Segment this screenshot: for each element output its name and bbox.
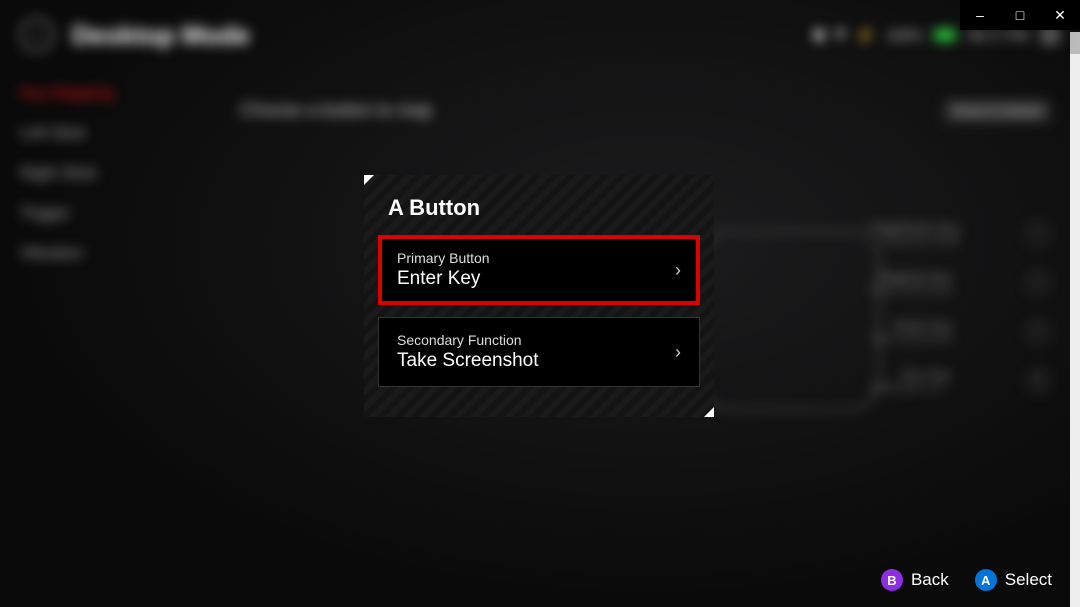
sidebar-item-right-stick[interactable]: Right Stick bbox=[20, 165, 180, 183]
hint-select-label: Select bbox=[1005, 570, 1052, 590]
mapping-key: PageDown Key bbox=[870, 220, 960, 235]
app-root: – □ ✕ ‹ Desktop Mode 100% 06:17 PM Key M… bbox=[0, 0, 1080, 607]
mapping-fn: Projection Mode bbox=[870, 235, 960, 247]
mapping-row[interactable]: PageDown KeyProjection Mode Y bbox=[870, 220, 1050, 247]
mapping-button-icon: A bbox=[1026, 320, 1050, 344]
background-mappings-list: PageDown KeyProjection Mode Y PageUp Key… bbox=[870, 220, 1050, 394]
sidebar: Key Mapping Left Stick Right Stick Trigg… bbox=[20, 85, 180, 263]
window-minimize-button[interactable]: – bbox=[960, 0, 1000, 30]
mapping-fn: Begin Recording bbox=[870, 284, 951, 296]
primary-button-option[interactable]: Primary Button Enter Key › bbox=[378, 235, 700, 305]
sidebar-item-key-mapping[interactable]: Key Mapping bbox=[20, 85, 180, 103]
sidebar-item-left-stick[interactable]: Left Stick bbox=[20, 125, 180, 143]
chevron-right-icon: › bbox=[675, 342, 681, 363]
window-maximize-button[interactable]: □ bbox=[1000, 0, 1040, 30]
secondary-function-option[interactable]: Secondary Function Take Screenshot › bbox=[378, 317, 700, 387]
mapping-row[interactable]: Enter KeyTake Screenshot A bbox=[870, 318, 1050, 345]
mapping-row[interactable]: Esc KeyNotification Ce... B bbox=[870, 367, 1050, 394]
hint-select: A Select bbox=[975, 569, 1052, 591]
app-header: ‹ Desktop Mode 100% 06:17 PM bbox=[20, 10, 1060, 60]
sidebar-item-vibration[interactable]: Vibration bbox=[20, 245, 180, 263]
controller-illustration bbox=[700, 230, 880, 410]
battery-percent: 100% bbox=[886, 27, 922, 43]
a-button-dialog: A Button Primary Button Enter Key › Seco… bbox=[364, 175, 714, 417]
primary-label: Primary Button bbox=[397, 250, 490, 266]
battery-icon bbox=[934, 29, 956, 41]
mapping-button-icon: B bbox=[1026, 369, 1050, 393]
sidebar-item-trigger[interactable]: Trigger bbox=[20, 205, 180, 223]
b-button-icon: B bbox=[881, 569, 903, 591]
hint-back: B Back bbox=[881, 569, 949, 591]
window-close-button[interactable]: ✕ bbox=[1040, 0, 1080, 30]
mapping-button-icon: X bbox=[1026, 271, 1050, 295]
a-button-icon: A bbox=[975, 569, 997, 591]
mapping-key: Esc Key bbox=[870, 367, 951, 382]
mapping-key: Enter Key bbox=[870, 318, 952, 333]
page-title: Desktop Mode bbox=[72, 20, 250, 51]
status-notification-icon bbox=[815, 30, 823, 40]
mapping-fn: Notification Ce... bbox=[870, 382, 951, 394]
chevron-right-icon: › bbox=[675, 260, 681, 281]
status-bluetooth-icon bbox=[857, 27, 874, 44]
window-titlebar: – □ ✕ bbox=[960, 0, 1080, 30]
primary-value: Enter Key bbox=[397, 268, 490, 290]
mapping-fn: Take Screenshot bbox=[870, 333, 952, 345]
button-hints: B Back A Select bbox=[881, 569, 1052, 591]
secondary-label: Secondary Function bbox=[397, 332, 539, 348]
page-subtitle: Choose a button to map bbox=[240, 100, 432, 121]
mapping-row[interactable]: PageUp KeyBegin Recording X bbox=[870, 269, 1050, 296]
mapping-key: PageUp Key bbox=[870, 269, 951, 284]
dialog-title: A Button bbox=[364, 195, 714, 235]
status-wifi-icon bbox=[835, 26, 845, 44]
reset-to-default-button[interactable]: Reset to Default bbox=[944, 100, 1050, 122]
hint-back-label: Back bbox=[911, 570, 949, 590]
secondary-value: Take Screenshot bbox=[397, 350, 539, 372]
mapping-button-icon: Y bbox=[1026, 222, 1050, 246]
back-icon[interactable]: ‹ bbox=[20, 18, 54, 52]
